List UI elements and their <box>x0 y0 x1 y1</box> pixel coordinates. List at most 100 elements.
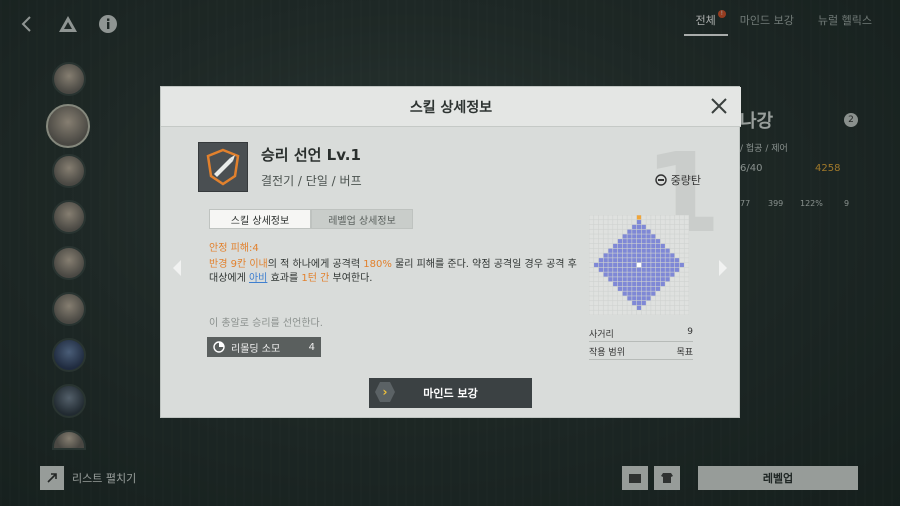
range-cell <box>665 253 670 258</box>
next-arrow-icon[interactable] <box>717 259 729 282</box>
range-cell <box>598 296 603 301</box>
range-cell <box>617 220 623 225</box>
range-cell <box>594 262 599 268</box>
range-cell <box>679 224 684 229</box>
range-cell <box>675 267 680 272</box>
range-cell <box>665 224 670 229</box>
range-cell <box>641 277 646 282</box>
range-cell <box>684 291 689 296</box>
range-cell <box>594 234 599 239</box>
range-cell <box>617 234 623 239</box>
range-cell <box>603 301 608 306</box>
range-cell <box>603 220 608 225</box>
range-cell <box>679 310 684 315</box>
range-label: 사거리 <box>589 330 614 340</box>
range-cell <box>589 281 594 287</box>
range-cell <box>665 234 670 239</box>
range-cell <box>675 220 680 225</box>
range-cell <box>608 258 613 263</box>
divider <box>589 359 693 360</box>
range-cell <box>632 277 637 282</box>
range-cell <box>617 215 623 220</box>
range-cell <box>660 234 665 239</box>
range-cell <box>617 253 623 258</box>
range-cell <box>632 310 637 315</box>
range-cell <box>594 301 599 306</box>
range-cell <box>675 301 680 306</box>
skill-tab-bar: 스킬 상세정보 레벨업 상세정보 <box>209 209 413 229</box>
range-cell <box>670 253 675 258</box>
range-cell <box>665 272 670 277</box>
range-cell <box>608 277 613 282</box>
range-cell <box>627 267 632 272</box>
tab-skill-detail[interactable]: 스킬 상세정보 <box>209 209 311 229</box>
range-cell <box>636 291 642 296</box>
range-cell <box>594 224 599 229</box>
range-cell <box>646 267 651 272</box>
range-cell <box>589 301 594 306</box>
range-cell <box>598 305 603 310</box>
range-cell <box>675 310 680 315</box>
range-cell <box>613 301 618 306</box>
range-cell <box>655 234 661 239</box>
range-cell <box>636 267 642 272</box>
range-cell <box>622 258 627 263</box>
desc-atk-percent: 180% <box>363 259 392 270</box>
range-cell <box>636 281 642 287</box>
range-cell <box>603 277 608 282</box>
range-cell <box>675 224 680 229</box>
mind-enhance-button[interactable]: › 마인드 보강 <box>369 378 532 408</box>
range-cell <box>598 239 603 244</box>
range-cell <box>675 258 680 263</box>
range-cell <box>603 258 608 263</box>
close-icon[interactable] <box>709 97 729 117</box>
range-cell <box>684 243 689 249</box>
range-cell <box>675 262 680 268</box>
range-cell <box>589 224 594 229</box>
range-cell <box>613 286 618 291</box>
range-cell <box>651 310 656 315</box>
range-cell <box>622 281 627 287</box>
range-cell <box>617 272 623 277</box>
range-cell <box>641 234 646 239</box>
range-cell <box>589 272 594 277</box>
range-cell <box>632 248 637 253</box>
range-cell <box>622 234 627 239</box>
range-cell <box>651 272 656 277</box>
range-cell <box>665 229 670 234</box>
range-cell <box>665 277 670 282</box>
range-cell <box>622 291 627 296</box>
range-cell <box>646 262 651 268</box>
range-cell <box>636 234 642 239</box>
range-cell <box>636 310 642 315</box>
range-cell <box>684 220 689 225</box>
range-cell <box>646 229 651 234</box>
range-cell <box>627 234 632 239</box>
prev-arrow-icon[interactable] <box>171 259 183 282</box>
range-cell <box>684 277 689 282</box>
range-cell <box>632 267 637 272</box>
range-cell <box>603 305 608 310</box>
range-cell <box>670 272 675 277</box>
range-cell <box>627 291 632 296</box>
range-cell <box>655 239 661 244</box>
tab-levelup-detail[interactable]: 레벨업 상세정보 <box>311 209 413 229</box>
range-cell <box>665 258 670 263</box>
range-cell <box>613 243 618 249</box>
range-cell <box>608 305 613 310</box>
range-cell <box>646 248 651 253</box>
range-cell <box>679 305 684 310</box>
range-cell <box>651 224 656 229</box>
range-cell <box>608 220 613 225</box>
skill-description: 반경 9칸 이내의 적 하나에게 공격력 180% 물리 피해를 준다. 약점 … <box>209 258 579 286</box>
range-cell <box>660 301 665 306</box>
range-cell <box>598 286 603 291</box>
range-cell <box>665 281 670 287</box>
range-cell <box>589 305 594 310</box>
range-cell <box>622 310 627 315</box>
range-cell <box>613 305 618 310</box>
status-effect-link[interactable]: 아비 <box>249 273 267 284</box>
range-cell <box>665 248 670 253</box>
range-cell <box>641 243 646 249</box>
range-cell <box>627 239 632 244</box>
